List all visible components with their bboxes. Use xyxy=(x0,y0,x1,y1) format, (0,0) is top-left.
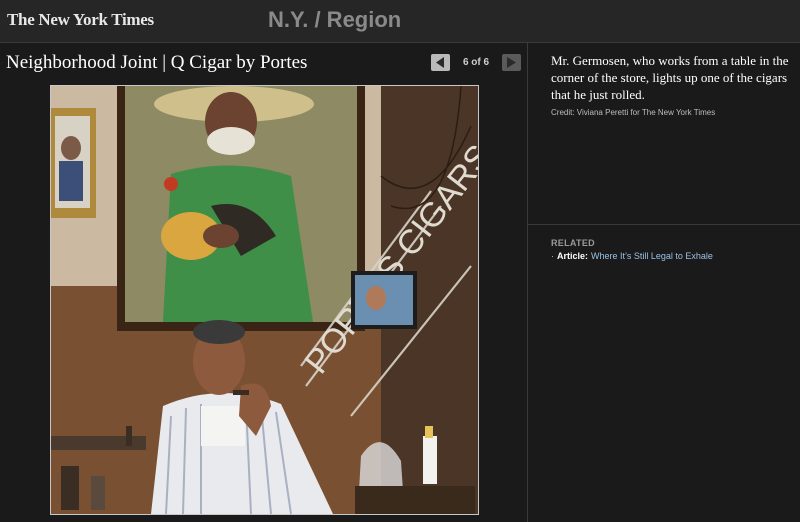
photo-caption: Mr. Germosen, who works from a table in … xyxy=(551,53,789,102)
top-bar: The New York Times N.Y. / Region xyxy=(0,0,800,43)
slideshow-nav: 6 of 6 xyxy=(431,54,521,72)
arrow-left-icon xyxy=(436,57,444,68)
section-title[interactable]: N.Y. / Region xyxy=(268,7,401,33)
previous-slide-button[interactable] xyxy=(431,54,450,71)
slideshow-headline: Neighborhood Joint | Q Cigar by Portes xyxy=(6,52,308,73)
nyt-logo[interactable]: The New York Times xyxy=(7,10,154,30)
photo-credit: Credit: Viviana Peretti for The New York… xyxy=(551,108,716,117)
photo-image: PORTES CIGARS xyxy=(51,86,478,514)
caption-sidebar: Mr. Germosen, who works from a table in … xyxy=(527,43,800,522)
sidebar-divider xyxy=(528,224,800,225)
slideshow-photo: PORTES CIGARS xyxy=(50,85,479,515)
next-slide-button[interactable] xyxy=(502,54,521,71)
slide-counter: 6 of 6 xyxy=(462,57,490,68)
related-article-link[interactable]: Where It’s Still Legal to Exhale xyxy=(591,251,713,261)
related-item-label: Article: xyxy=(557,251,589,261)
arrow-right-icon xyxy=(507,57,516,68)
related-heading: RELATED xyxy=(551,238,595,248)
slideshow-panel: Neighborhood Joint | Q Cigar by Portes 6… xyxy=(0,43,527,522)
related-item: · Article: Where It’s Still Legal to Exhal… xyxy=(551,251,713,261)
bullet: · xyxy=(551,251,554,261)
